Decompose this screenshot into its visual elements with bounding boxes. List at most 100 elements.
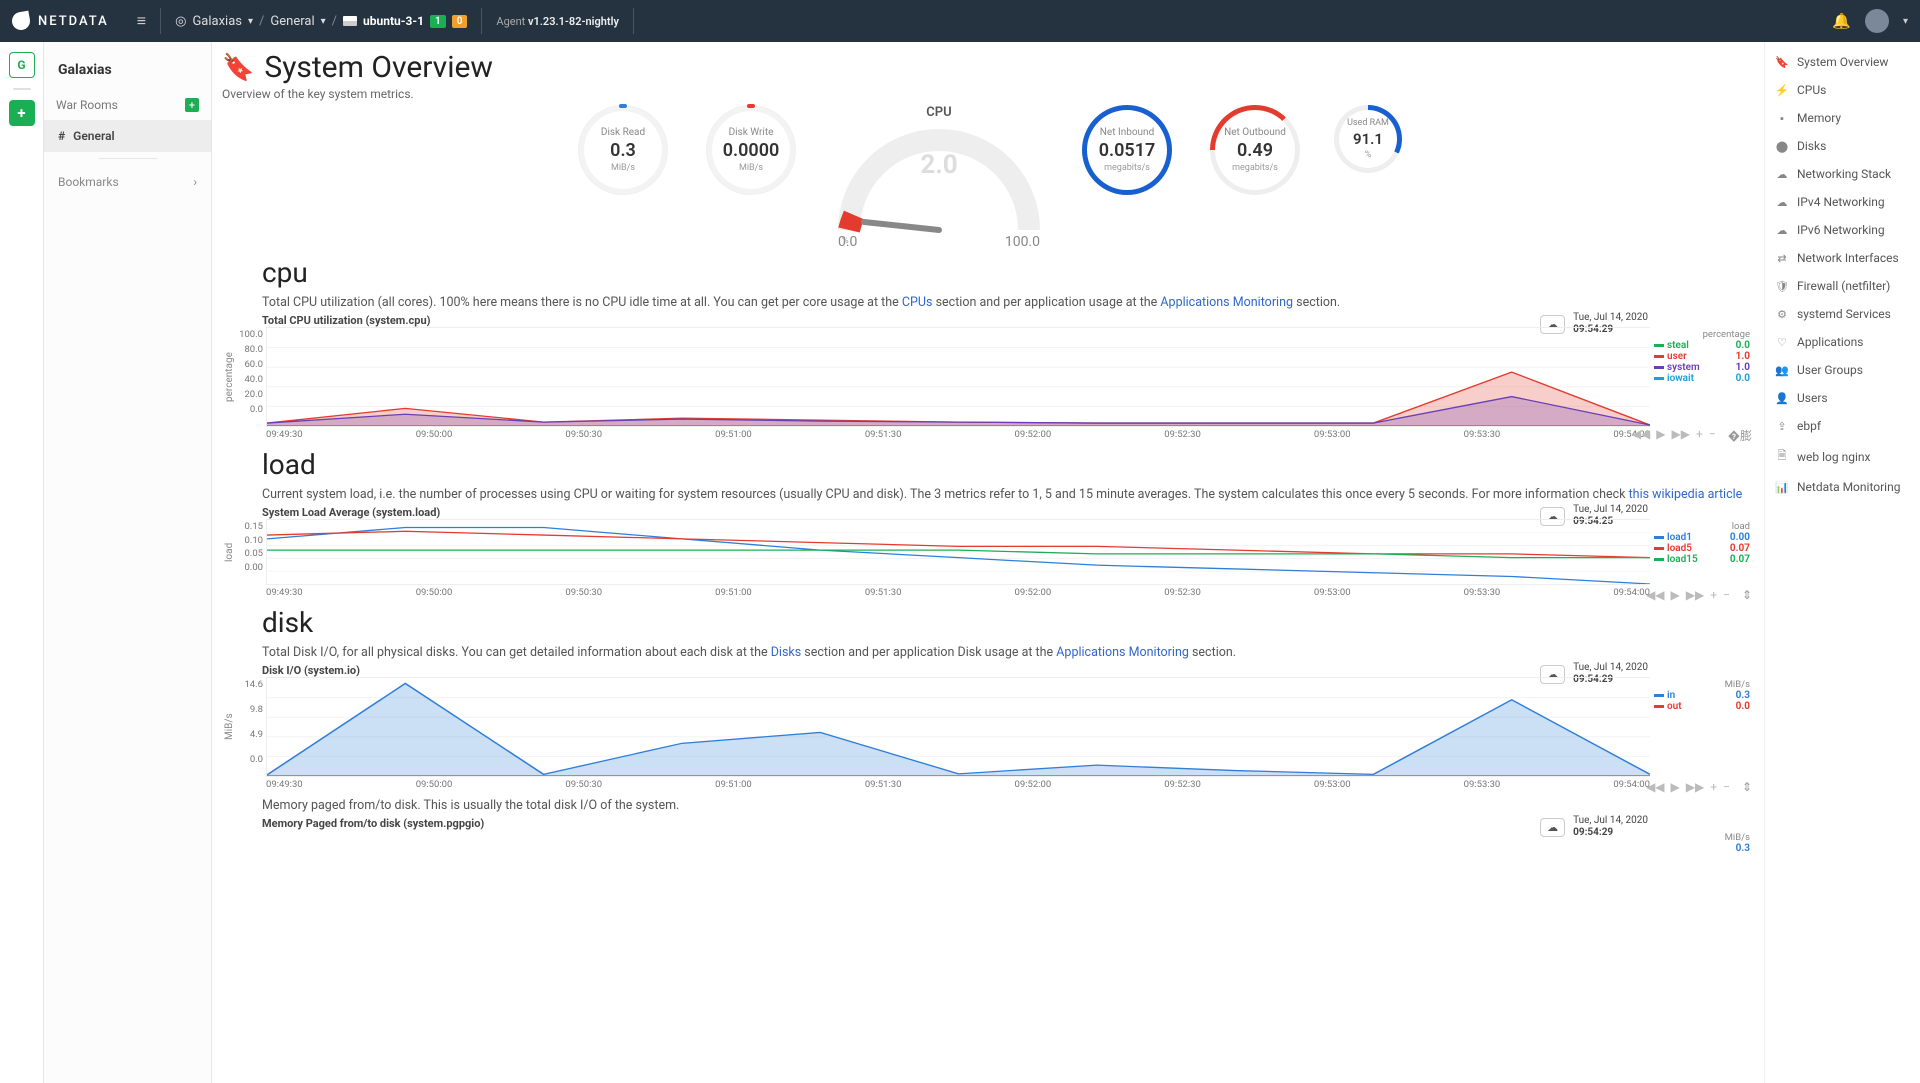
divider [98, 158, 158, 159]
nav-disks[interactable]: ⬤Disks [1765, 132, 1920, 160]
plot-area[interactable] [266, 677, 1650, 777]
legend-load15[interactable]: load150.07 [1654, 554, 1750, 565]
nav-icon: 👤 [1775, 392, 1789, 405]
x-ticks: 09:49:3009:50:0009:50:3009:51:0009:51:30… [266, 777, 1650, 792]
agent-version[interactable]: Agent v1.23.1-82-nightly [496, 15, 619, 28]
nav-icon: 🛡 [1775, 280, 1789, 293]
section-desc: Current system load, i.e. the number of … [262, 487, 1754, 502]
legend-load1[interactable]: load10.00 [1654, 532, 1750, 543]
nav-icon: ☁ [1775, 196, 1789, 209]
section-heading: cpu [262, 256, 1754, 289]
legend-system[interactable]: system1.0 [1654, 362, 1750, 373]
room-label: General [73, 129, 114, 143]
chart-legend: MiB/s 0.3 [1650, 830, 1754, 856]
gauge-disk-read[interactable]: Disk Read 0.3 MiB/s [568, 105, 678, 195]
legend-steal[interactable]: steal0.0 [1654, 340, 1750, 351]
y-axis-label: percentage [222, 327, 236, 427]
nav-ipv6-networking[interactable]: ☁IPv6 Networking [1765, 216, 1920, 244]
nav-icon: ⬤ [1775, 140, 1789, 153]
section-heading: load [262, 448, 1754, 481]
chevron-down-icon: ▾ [321, 16, 326, 27]
hamburger-icon[interactable]: ≡ [137, 11, 146, 31]
chart-disk-io: Disk I/O (system.io) ☁ Tue, Jul 14, 2020… [222, 664, 1754, 792]
chevron-down-icon[interactable]: ▾ [1903, 16, 1908, 27]
divider [13, 88, 31, 90]
cpu-title: CPU [824, 105, 1054, 120]
nav-icon: ♡ [1775, 336, 1789, 349]
gauge-disk-write[interactable]: Disk Write 0.0000 MiB/s [696, 105, 806, 195]
legend-iowait[interactable]: iowait0.0 [1654, 373, 1750, 384]
cloud-button[interactable]: ☁ [1540, 818, 1565, 837]
avatar[interactable] [1865, 9, 1889, 33]
breadcrumb-room[interactable]: General ▾ [270, 14, 325, 29]
legend-in[interactable]: in0.3 [1654, 690, 1750, 701]
divider [160, 8, 161, 34]
right-nav: 🔖System Overview⚡CPUs▪Memory⬤Disks☁Netwo… [1764, 42, 1920, 1083]
chart-title: Total CPU utilization (system.cpu) [262, 314, 1754, 327]
chart-legend: MiB/s in0.3out0.0 [1650, 677, 1754, 777]
bookmark-icon[interactable]: 🔖 [222, 53, 254, 83]
nav-users[interactable]: 👤Users [1765, 384, 1920, 412]
link-cpus[interactable]: CPUs [902, 295, 933, 310]
nav-network-interfaces[interactable]: ⇄Network Interfaces [1765, 244, 1920, 272]
nav-web-log-nginx[interactable]: 🗎web log nginx [1765, 440, 1920, 473]
link-apps[interactable]: Applications Monitoring [1160, 295, 1293, 310]
gauge-net-in[interactable]: Net Inbound 0.0517 megabits/s [1072, 105, 1182, 195]
gauge-cpu[interactable]: CPU 2.0 0.0 100.0 % [824, 105, 1054, 246]
nav-ipv4-networking[interactable]: ☁IPv4 Networking [1765, 188, 1920, 216]
bell-icon[interactable]: 🔔 [1832, 12, 1851, 30]
add-room-button[interactable]: + [185, 98, 199, 112]
cpu-value: 2.0 [824, 150, 1054, 180]
page-subtitle: Overview of the key system metrics. [222, 87, 1754, 101]
section-desc: Total CPU utilization (all cores). 100% … [262, 295, 1754, 310]
chart-toolbar[interactable]: ◀◀▶▶▶+−⇕ [1646, 588, 1752, 602]
nav-icon: ☁ [1775, 224, 1789, 237]
nav-systemd-services[interactable]: ⚙systemd Services [1765, 300, 1920, 328]
nav-icon: ⚡ [1775, 84, 1789, 97]
nav-icon: ⇪ [1775, 420, 1789, 433]
section-heading: disk [262, 606, 1754, 639]
room-general[interactable]: # General [44, 120, 211, 152]
chart-toolbar[interactable]: ◀◀▶▶▶+−⇕ [1646, 780, 1752, 794]
nav-icon: 👥 [1775, 364, 1789, 377]
nav-netdata-monitoring[interactable]: 📊Netdata Monitoring [1765, 473, 1920, 501]
bookmarks-row[interactable]: Bookmarks › [44, 165, 211, 199]
link-apps[interactable]: Applications Monitoring [1056, 645, 1189, 660]
gauge-ram[interactable]: Used RAM 91.1 % [1328, 105, 1408, 173]
chart-title: Memory Paged from/to disk (system.pgpgio… [262, 817, 1754, 830]
y-axis-label: load [222, 519, 236, 585]
chart-toolbar[interactable]: ◀◀▶▶▶+−�膨 [1632, 427, 1752, 444]
divider [481, 8, 482, 34]
nav-cpus[interactable]: ⚡CPUs [1765, 76, 1920, 104]
space-avatar[interactable]: G [9, 52, 35, 78]
nav-firewall-netfilter-[interactable]: 🛡Firewall (netfilter) [1765, 272, 1920, 300]
plot-area[interactable] [266, 327, 1650, 427]
nav-user-groups[interactable]: 👥User Groups [1765, 356, 1920, 384]
agent-ver-value: v1.23.1-82-nightly [528, 15, 619, 28]
plot-area[interactable] [266, 519, 1650, 585]
nav-ebpf[interactable]: ⇪ebpf [1765, 412, 1920, 440]
breadcrumb-node[interactable]: ubuntu-3-1 1 0 [343, 14, 467, 28]
nav-icon: 📊 [1775, 481, 1789, 494]
room-name: General [270, 14, 314, 29]
link-wikipedia[interactable]: this wikipedia article [1629, 487, 1743, 502]
warrooms-label: War Rooms [56, 98, 118, 112]
nav-networking-stack[interactable]: ☁Networking Stack [1765, 160, 1920, 188]
chart-legend: percentage steal0.0user1.0system1.0iowai… [1650, 327, 1754, 427]
nav-applications[interactable]: ♡Applications [1765, 328, 1920, 356]
memo-text: Memory paged from/to disk. This is usual… [262, 798, 1754, 813]
logo[interactable]: NETDATA [12, 12, 109, 30]
gauge-net-out[interactable]: Net Outbound 0.49 megabits/s [1200, 105, 1310, 195]
legend-out[interactable]: out0.0 [1654, 701, 1750, 712]
nav-system-overview[interactable]: 🔖System Overview [1765, 48, 1920, 76]
breadcrumb-space[interactable]: ◎ Galaxias ▾ [175, 14, 253, 29]
section-cpu: cpu Total CPU utilization (all cores). 1… [222, 256, 1754, 442]
legend-user[interactable]: user1.0 [1654, 351, 1750, 362]
slash: / [259, 14, 264, 29]
add-space-button[interactable]: + [9, 100, 35, 126]
legend-load5[interactable]: load50.07 [1654, 543, 1750, 554]
page-title: System Overview [264, 50, 493, 85]
nav-memory[interactable]: ▪Memory [1765, 104, 1920, 132]
link-disks[interactable]: Disks [771, 645, 801, 660]
space-title: Galaxias [44, 56, 211, 90]
